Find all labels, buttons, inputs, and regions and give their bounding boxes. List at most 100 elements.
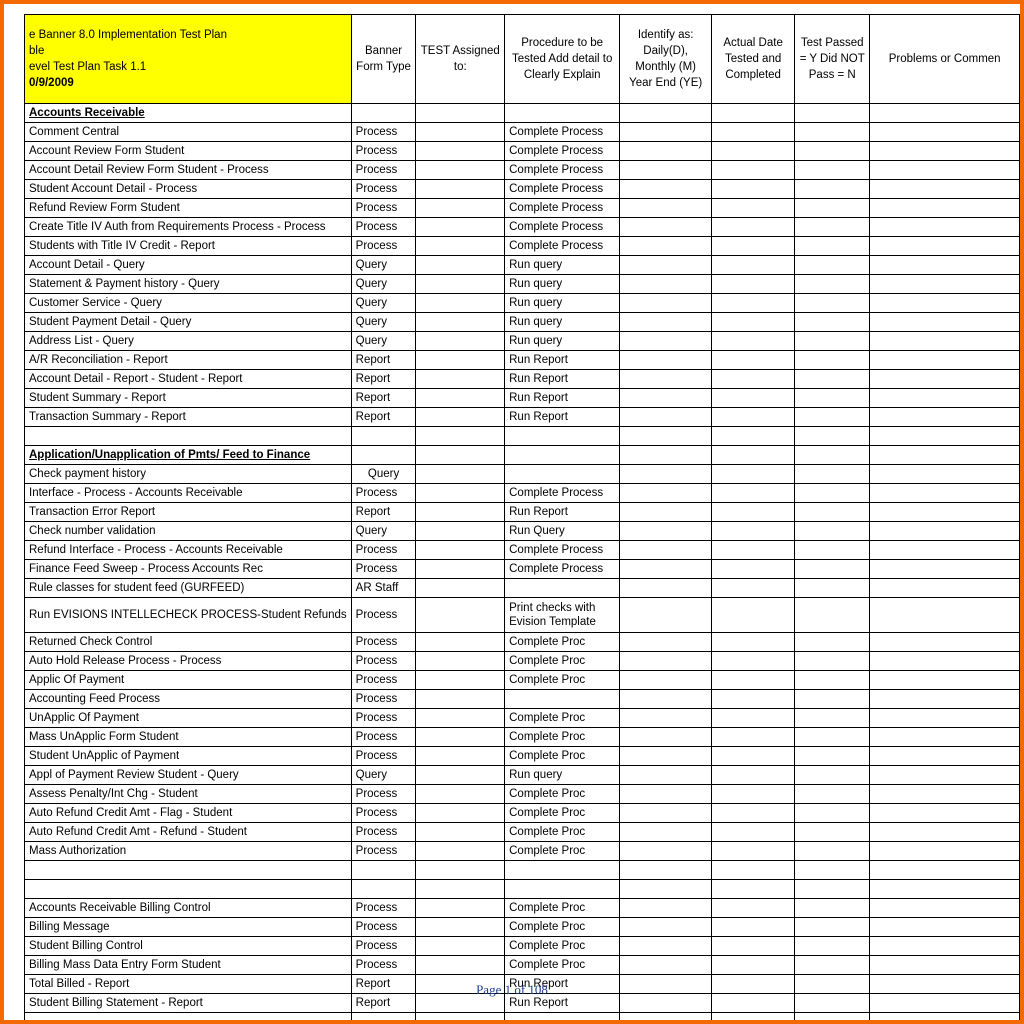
form-type: Process	[351, 652, 416, 671]
blank-row	[25, 861, 1020, 880]
form-type: Process	[351, 671, 416, 690]
problems	[870, 351, 1020, 370]
title-line-1: e Banner 8.0 Implementation Test Plan	[29, 27, 347, 43]
table-row: Finance Feed Sweep - Process Accounts Re…	[25, 560, 1020, 579]
task-name: Accounting Feed Process	[25, 690, 352, 709]
table-row: Account Detail - QueryQueryRun query	[25, 256, 1020, 275]
blank-cell	[25, 1013, 352, 1024]
section-blank	[620, 446, 712, 465]
task-name: Check number validation	[25, 522, 352, 541]
problems	[870, 161, 1020, 180]
blank-cell	[795, 1013, 870, 1024]
problems	[870, 766, 1020, 785]
problems	[870, 937, 1020, 956]
assigned-to	[416, 728, 505, 747]
blank-cell	[712, 880, 795, 899]
date-tested	[712, 484, 795, 503]
date-tested	[712, 142, 795, 161]
passed	[795, 598, 870, 633]
problems	[870, 728, 1020, 747]
procedure: Complete Proc	[505, 709, 620, 728]
form-type: Process	[351, 899, 416, 918]
passed	[795, 899, 870, 918]
task-name: Mass UnApplic Form Student	[25, 728, 352, 747]
section-blank	[870, 446, 1020, 465]
identify-as	[620, 918, 712, 937]
form-type: Process	[351, 728, 416, 747]
procedure: Run Report	[505, 389, 620, 408]
identify-as	[620, 332, 712, 351]
procedure: Complete Proc	[505, 671, 620, 690]
assigned-to	[416, 579, 505, 598]
assigned-to	[416, 332, 505, 351]
form-type: Process	[351, 218, 416, 237]
task-name: Address List - Query	[25, 332, 352, 351]
problems	[870, 256, 1020, 275]
task-name: Rule classes for student feed (GURFEED)	[25, 579, 352, 598]
table-row: Rule classes for student feed (GURFEED)A…	[25, 579, 1020, 598]
passed	[795, 652, 870, 671]
problems	[870, 541, 1020, 560]
table-row: Check payment historyQuery	[25, 465, 1020, 484]
date-tested	[712, 294, 795, 313]
passed	[795, 823, 870, 842]
assigned-to	[416, 370, 505, 389]
form-type: Query	[351, 294, 416, 313]
task-name: Customer Service - Query	[25, 294, 352, 313]
assigned-to	[416, 237, 505, 256]
blank-cell	[870, 427, 1020, 446]
col-identify-as: Identify as: Daily(D), Monthly (M) Year …	[620, 15, 712, 104]
procedure: Run query	[505, 313, 620, 332]
passed	[795, 123, 870, 142]
table-row: Student UnApplic of PaymentProcessComple…	[25, 747, 1020, 766]
assigned-to	[416, 541, 505, 560]
blank-cell	[505, 861, 620, 880]
form-type: Query	[351, 522, 416, 541]
procedure: Run query	[505, 332, 620, 351]
blank-cell	[416, 861, 505, 880]
table-row: Accounting Feed ProcessProcess	[25, 690, 1020, 709]
identify-as	[620, 560, 712, 579]
form-type: Process	[351, 161, 416, 180]
assigned-to	[416, 671, 505, 690]
date-tested	[712, 408, 795, 427]
table-row: Comment CentralProcessComplete Process	[25, 123, 1020, 142]
blank-cell	[505, 880, 620, 899]
date-tested	[712, 728, 795, 747]
procedure: Complete Process	[505, 123, 620, 142]
page-footer: Page 1 of 108	[4, 982, 1020, 998]
form-type: Query	[351, 465, 416, 484]
blank-cell	[416, 880, 505, 899]
date-tested	[712, 313, 795, 332]
date-tested	[712, 123, 795, 142]
identify-as	[620, 598, 712, 633]
form-type: Process	[351, 598, 416, 633]
blank-cell	[416, 427, 505, 446]
form-type: Process	[351, 484, 416, 503]
task-name: Appl of Payment Review Student - Query	[25, 766, 352, 785]
passed	[795, 709, 870, 728]
identify-as	[620, 937, 712, 956]
passed	[795, 690, 870, 709]
form-type: Report	[351, 370, 416, 389]
table-row: Auto Refund Credit Amt - Flag - StudentP…	[25, 804, 1020, 823]
procedure: Run Report	[505, 351, 620, 370]
procedure: Run Query	[505, 522, 620, 541]
date-tested	[712, 370, 795, 389]
assigned-to	[416, 823, 505, 842]
identify-as	[620, 142, 712, 161]
form-type: Query	[351, 275, 416, 294]
procedure	[505, 690, 620, 709]
problems	[870, 842, 1020, 861]
identify-as	[620, 842, 712, 861]
passed	[795, 804, 870, 823]
task-name: Student UnApplic of Payment	[25, 747, 352, 766]
date-tested	[712, 465, 795, 484]
form-type: Process	[351, 956, 416, 975]
problems	[870, 598, 1020, 633]
assigned-to	[416, 652, 505, 671]
blank-cell	[870, 880, 1020, 899]
form-type: Query	[351, 766, 416, 785]
passed	[795, 218, 870, 237]
blank-cell	[795, 861, 870, 880]
